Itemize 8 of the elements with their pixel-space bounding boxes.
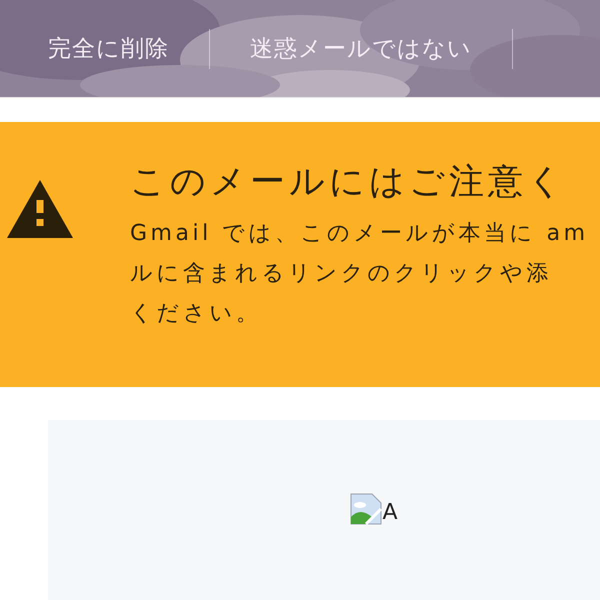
warning-text: ください。 [130, 300, 262, 328]
warning-text: ルに含まれるリンクのクリックや添 [130, 260, 553, 288]
warning-icon [7, 180, 73, 238]
broken-image-icon [350, 493, 382, 525]
toolbar-button[interactable]: 迷惑メールではない [230, 33, 492, 64]
warning-text: Gmail では、このメールが本当に am [130, 220, 589, 248]
warning-title: このメールにはご注意く [130, 161, 568, 204]
image-alt-text: A [382, 500, 398, 525]
